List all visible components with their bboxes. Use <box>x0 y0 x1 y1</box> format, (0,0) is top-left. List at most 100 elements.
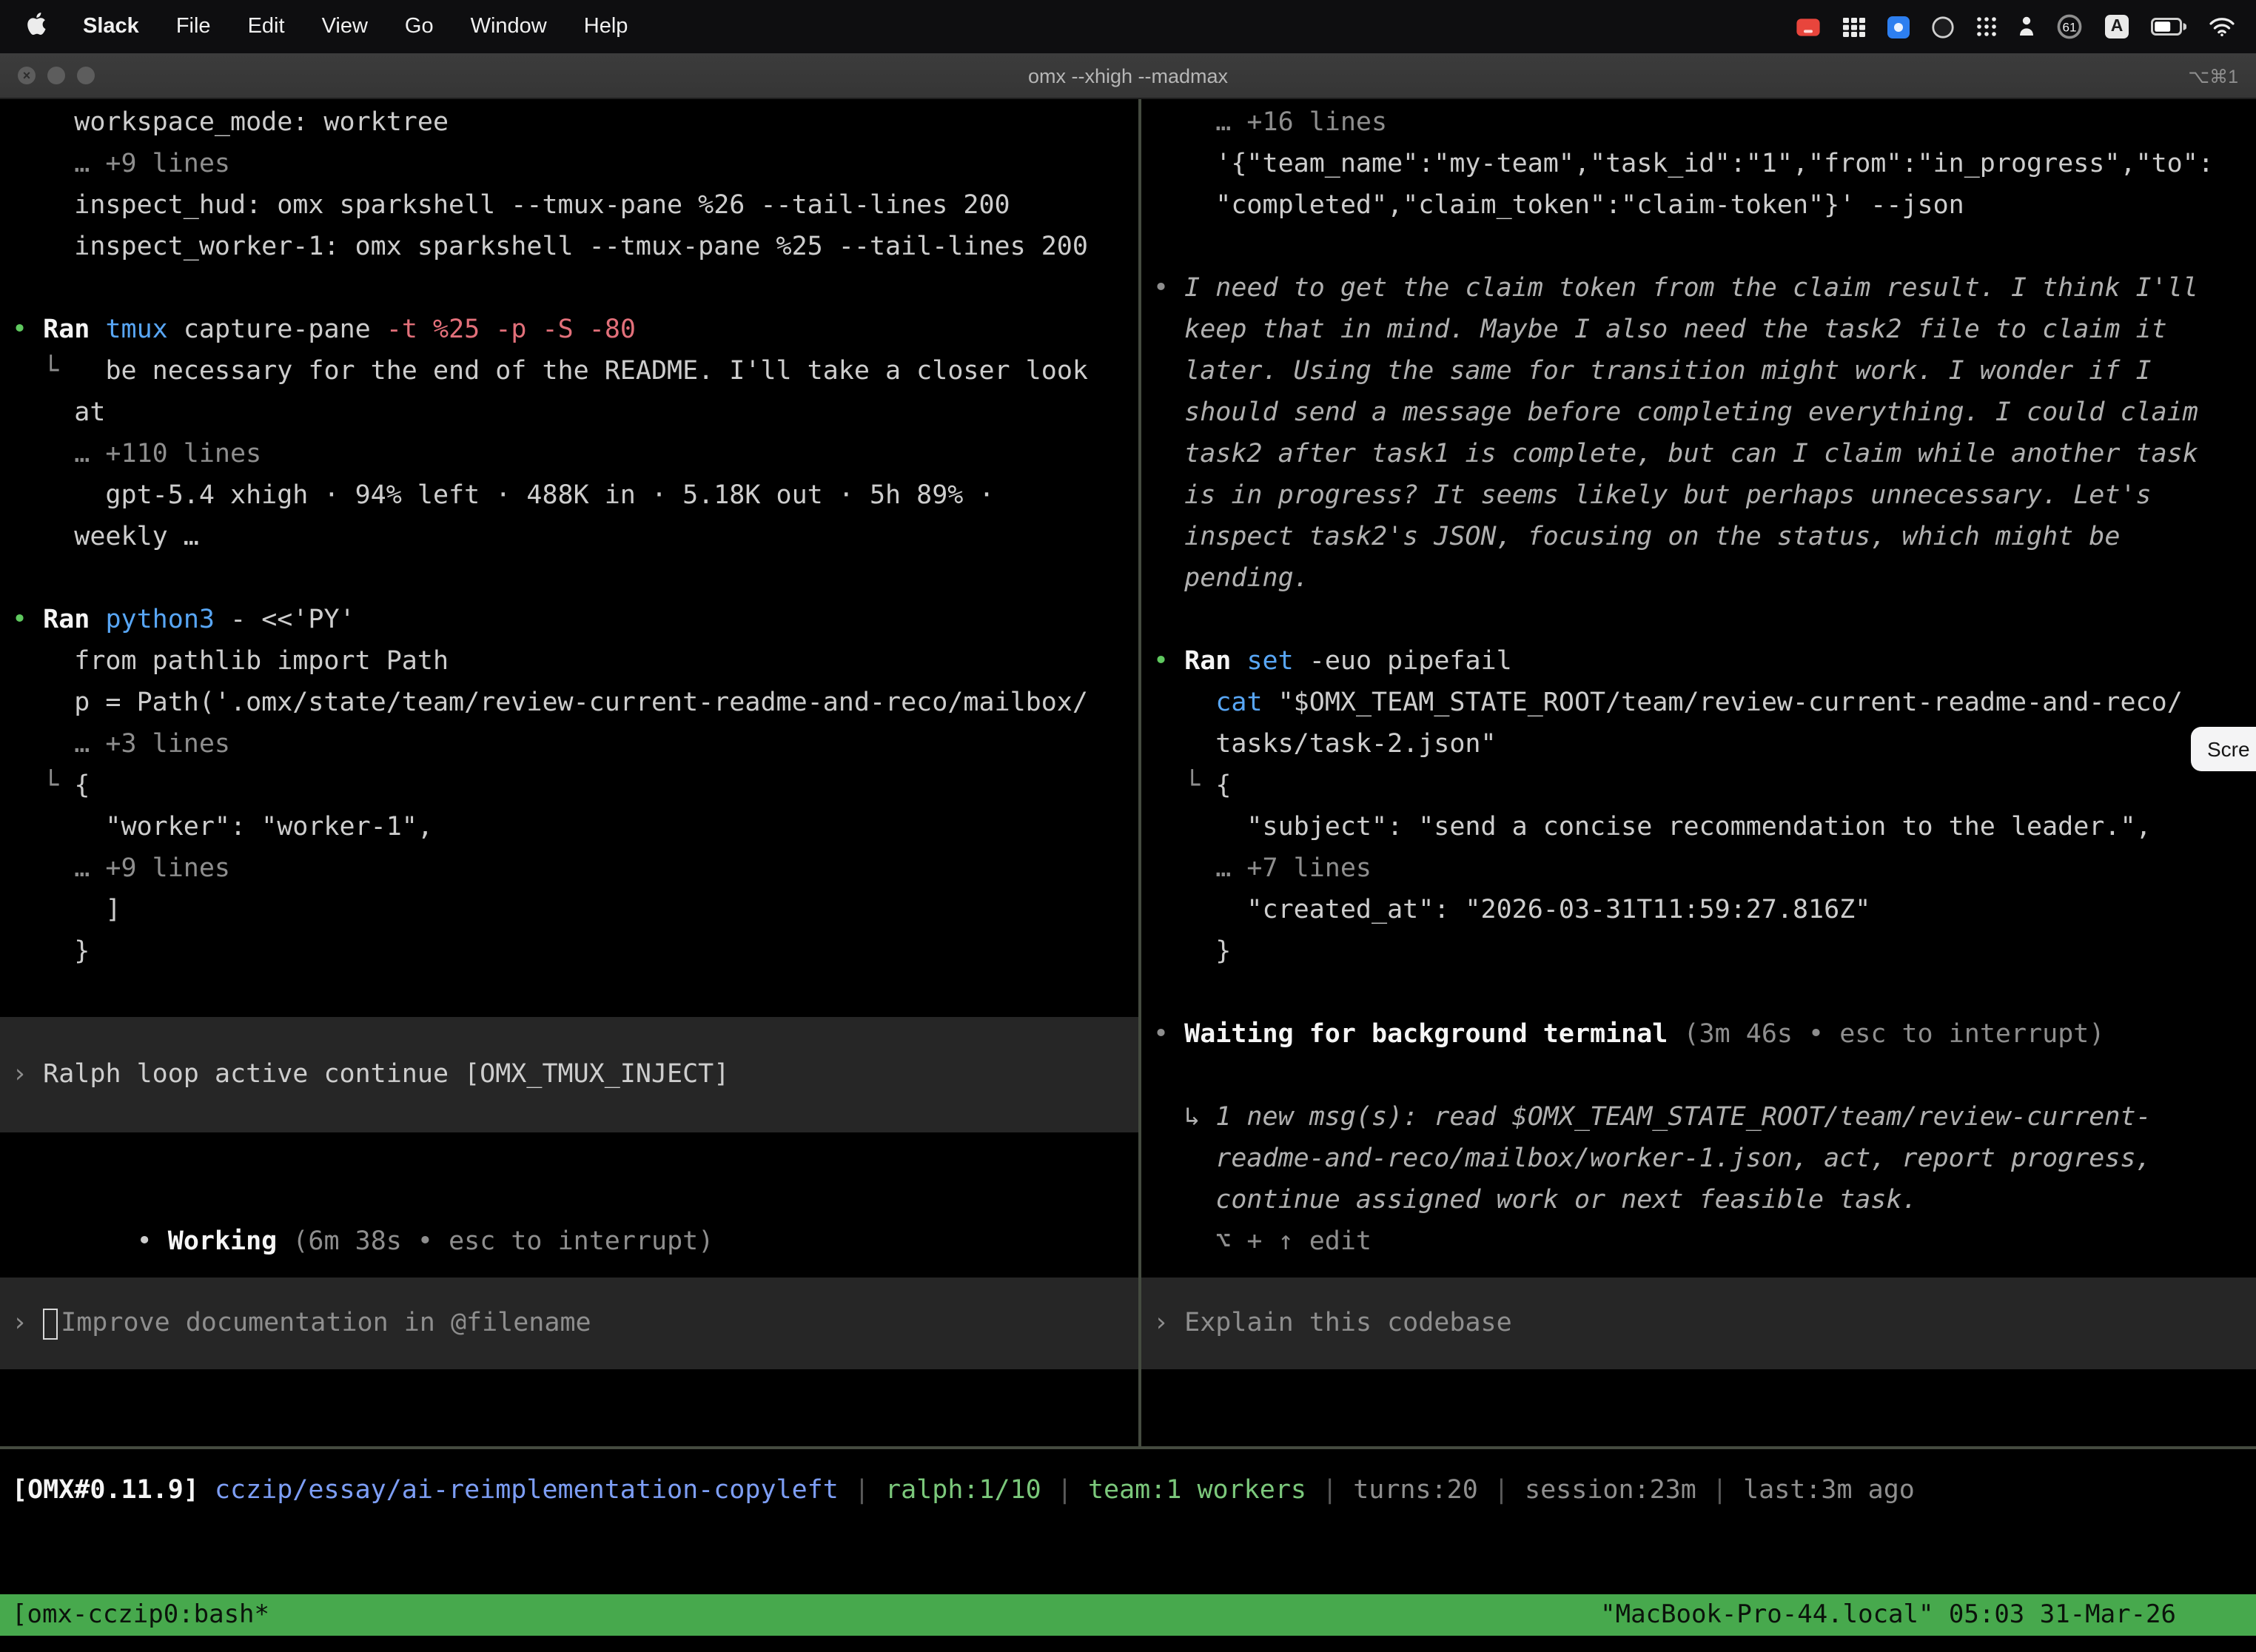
battery-gauge-icon[interactable]: 61 <box>2056 13 2083 40</box>
menu-edit[interactable]: Edit <box>248 15 285 38</box>
text-segment: -euo pipefail <box>1294 647 1512 676</box>
text-segment: inspect task2's JSON, focusing on the st… <box>1153 523 2120 552</box>
terminal-line <box>12 558 1127 600</box>
text-segment: p = Path('.omx/state/team/review-current… <box>12 688 1088 718</box>
text-segment <box>1231 647 1246 676</box>
terminal-line: } <box>1153 931 2244 973</box>
battery-icon[interactable] <box>2151 18 2186 36</box>
text-segment: ralph:1/10 <box>885 1476 1041 1505</box>
text-segment: • <box>12 605 43 635</box>
text-segment: ↳ 1 new msg(s): read $OMX_TEAM_STATE_ROO… <box>1153 1103 2152 1132</box>
terminal-line: gpt-5.4 xhigh · 94% left · 488K in · 5.1… <box>12 475 1127 517</box>
text-segment: python3 <box>105 605 215 635</box>
terminal-line: … +110 lines <box>12 434 1127 475</box>
terminal-line <box>1153 1055 2244 1097</box>
text-segment: tasks/task-2.json" <box>1153 730 1497 759</box>
text-segment: weekly … <box>12 523 199 552</box>
terminal-line: p = Path('.omx/state/team/review-current… <box>12 682 1127 724</box>
menu-go[interactable]: Go <box>405 15 434 38</box>
text-segment: tmux <box>105 315 167 345</box>
text-segment: … +9 lines <box>12 854 230 884</box>
text-segment: from pathlib import Path <box>12 647 449 676</box>
text-segment: task2 after task1 is complete, but can I… <box>1153 440 2198 469</box>
user-icon[interactable] <box>2019 16 2034 37</box>
text-segment: "subject": "send a concise recommendatio… <box>1153 813 2152 842</box>
terminal-line: at <box>12 392 1127 434</box>
text-segment: cat <box>1215 688 1262 718</box>
text-segment: "created_at": "2026-03-31T11:59:27.816Z" <box>1153 896 1870 925</box>
prompt-chevron: › <box>12 1309 43 1338</box>
terminal-line: … +9 lines <box>12 144 1127 185</box>
text-segment: session:23m <box>1525 1476 1696 1505</box>
terminal-line: inspect task2's JSON, focusing on the st… <box>1153 517 2244 558</box>
text-segment: later. Using the same for transition mig… <box>1153 357 2152 386</box>
text-segment <box>90 315 105 345</box>
circle-app-icon[interactable] <box>1932 16 1954 38</box>
text-segment: | <box>1478 1476 1525 1505</box>
terminal-line: … +9 lines <box>12 848 1127 890</box>
text-segment: at <box>12 398 105 428</box>
tmux-status-bar: [omx-cczip0:bash* "MacBook-Pro-44.local"… <box>0 1594 2256 1636</box>
terminal-line: keep that in mind. Maybe I also need the… <box>1153 309 2244 351</box>
prompt-chevron: › <box>12 1060 43 1089</box>
text-segment: gpt-5.4 xhigh · 94% left · 488K in · 5.1… <box>12 481 995 511</box>
text-segment: [OMX#0.11.9] <box>12 1476 215 1505</box>
text-segment: • <box>1153 647 1184 676</box>
menu-bar-status: 61 A <box>1796 13 2235 40</box>
terminal-line: ↳ 1 new msg(s): read $OMX_TEAM_STATE_ROO… <box>1153 1097 2244 1138</box>
terminal-line <box>1153 973 2244 1014</box>
text-segment: is in progress? It seems likely but perh… <box>1153 481 2152 511</box>
terminal-line: ⌥ + ↑ edit <box>1153 1221 2244 1263</box>
window-titlebar: × omx --xhigh --madmax ⌥⌘1 <box>0 53 2256 99</box>
prompt-input-left[interactable]: › Improve documentation in @filename <box>0 1277 1138 1369</box>
tmux-host-time: "MacBook-Pro-44.local" 05:03 31-Mar-26 <box>1600 1600 2176 1630</box>
screen-recording-icon[interactable] <box>1796 17 1821 36</box>
text-segment: "completed","claim_token":"claim-token"}… <box>1153 191 1964 221</box>
terminal-line: └ { <box>12 765 1127 807</box>
menu-file[interactable]: File <box>176 15 211 38</box>
text-segment: Waiting for background terminal <box>1184 1020 1668 1050</box>
text-segment: pending. <box>1153 564 1309 594</box>
terminal-line: inspect_hud: omx sparkshell --tmux-pane … <box>12 185 1127 226</box>
terminal: workspace_mode: worktree … +9 lines insp… <box>0 99 2256 1446</box>
menu-window[interactable]: Window <box>471 15 547 38</box>
text-segment: continue assigned work or next feasible … <box>1153 1186 1918 1215</box>
wifi-icon[interactable] <box>2209 16 2235 37</box>
text-segment: readme-and-reco/mailbox/worker-1.json, a… <box>1153 1144 2152 1174</box>
text-segment: Ran <box>1184 647 1231 676</box>
menu-bar-left: Slack File Edit View Go Window Help <box>27 12 628 41</box>
menu-view[interactable]: View <box>322 15 368 38</box>
working-meta: (6m 38s • esc to interrupt) <box>277 1227 714 1257</box>
dots-grid-icon[interactable] <box>1976 16 1997 37</box>
terminal-line: … +7 lines <box>1153 848 2244 890</box>
apple-menu[interactable] <box>27 12 46 41</box>
prompt-input-right[interactable]: › Explain this codebase <box>1141 1277 2256 1369</box>
text-segment: … +3 lines <box>12 730 230 759</box>
text-segment: team:1 workers <box>1088 1476 1306 1505</box>
omx-hud: [OMX#0.11.9] cczip/essay/ai-reimplementa… <box>0 1449 2256 1594</box>
text-segment: capture-pane <box>168 315 386 345</box>
terminal-line: "created_at": "2026-03-31T11:59:27.816Z" <box>1153 890 2244 931</box>
menu-help[interactable]: Help <box>584 15 628 38</box>
text-segment: I need to get the claim token from the c… <box>1184 274 2198 303</box>
text-segment: | <box>1306 1476 1353 1505</box>
window-shortcut-hint: ⌥⌘1 <box>2188 64 2256 87</box>
text-segment: "worker": "worker-1", <box>12 813 433 842</box>
input-source-icon[interactable]: A <box>2105 15 2129 38</box>
text-segment: be necessary for the end of the README. … <box>105 357 1088 386</box>
terminal-line: workspace_mode: worktree <box>12 102 1127 144</box>
text-segment: … +9 lines <box>12 150 230 179</box>
terminal-line: weekly … <box>12 517 1127 558</box>
screen-share-overlay[interactable]: Scre <box>2191 727 2256 771</box>
text-segment: | <box>839 1476 885 1505</box>
app-menu-slack[interactable]: Slack <box>83 15 139 38</box>
text-segment <box>90 605 105 635</box>
right-pane[interactable]: … +16 lines '{"team_name":"my-team","tas… <box>1141 99 2256 1446</box>
status-bullet: • <box>137 1227 168 1257</box>
text-segment: • <box>1153 274 1184 303</box>
left-pane[interactable]: workspace_mode: worktree … +9 lines insp… <box>0 99 1138 1446</box>
terminal-line: readme-and-reco/mailbox/worker-1.json, a… <box>1153 1138 2244 1180</box>
grid-icon[interactable] <box>1843 17 1865 36</box>
blue-app-icon[interactable] <box>1887 16 1910 38</box>
text-cursor <box>43 1308 58 1339</box>
